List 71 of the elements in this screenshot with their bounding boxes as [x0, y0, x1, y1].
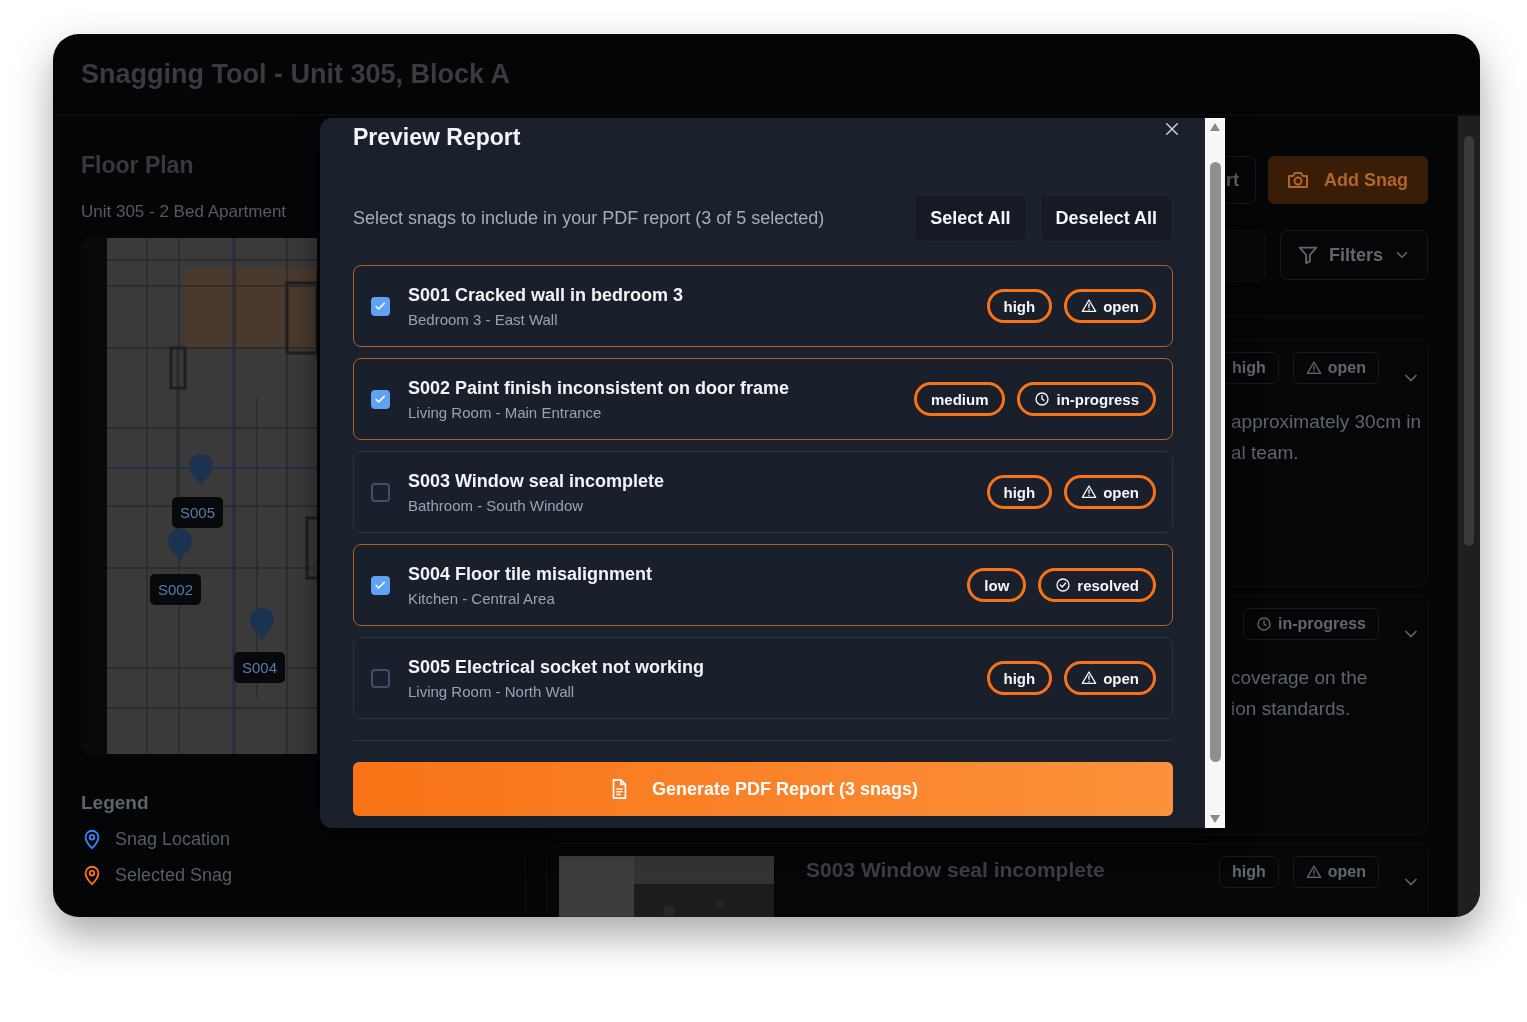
snag-location: Living Room - North Wall: [408, 682, 576, 700]
legend-title: Legend: [81, 792, 149, 814]
status-badge: open: [1064, 289, 1156, 323]
instruction-text: Select snags to include in your PDF report (3 of 5 selected): [353, 208, 826, 229]
snag-location: Kitchen - Central Area: [408, 589, 556, 607]
scrollbar-thumb[interactable]: [1464, 136, 1474, 546]
clock-icon: [1034, 391, 1051, 407]
legend-label: Selected Snag: [115, 864, 233, 886]
priority-badge: low: [967, 568, 1027, 602]
section-subtitle: Unit 305 - 2 Bed Apartment: [81, 202, 287, 222]
section-title: Floor Plan: [81, 152, 194, 179]
status-badge: open: [1064, 661, 1156, 695]
app-title: Snagging Tool - Unit 305, Block A: [81, 58, 511, 90]
snag-location: Bathroom - South Window: [408, 496, 585, 514]
snag-card[interactable]: S003 Window seal incomplete high open: [546, 843, 1428, 917]
add-button[interactable]: Add Snag: [1268, 156, 1428, 204]
badge: open: [1292, 856, 1379, 888]
checkbox[interactable]: [371, 296, 390, 316]
scrollbar[interactable]: [1205, 118, 1225, 828]
filter-button[interactable]: Filters: [1280, 230, 1428, 280]
status-badge: open: [1064, 475, 1156, 509]
check-circle-icon: [1055, 577, 1072, 593]
checkbox[interactable]: [371, 389, 390, 409]
legend-label: Snag Location: [115, 828, 231, 850]
checkbox[interactable]: [371, 482, 390, 502]
snag-row[interactable]: S004 Floor tile misalignment Kitchen - Central Area low resolved: [353, 544, 1173, 626]
warning-icon: [1081, 484, 1098, 500]
snag-row[interactable]: S005 Electrical socket not working Living Room - North Wall high open: [353, 637, 1173, 719]
priority-badge: high: [986, 475, 1053, 509]
action-button[interactable]: Select All: [914, 195, 1027, 242]
description-text: ion standards.: [1231, 697, 1352, 721]
description-text: al team.: [1231, 441, 1300, 465]
description-text: coverage on the: [1231, 666, 1369, 690]
scroll-up-icon[interactable]: [1209, 122, 1221, 132]
snag-row[interactable]: S001 Cracked wall in bedroom 3 Bedroom 3 - East Wall high open: [353, 265, 1173, 347]
status-badge: in-progress: [1017, 382, 1156, 416]
snag-title: S001 Cracked wall in bedroom 3: [408, 284, 685, 306]
warning-icon: [1081, 670, 1098, 686]
marker-label[interactable]: S004: [234, 652, 286, 683]
scrollbar[interactable]: [1458, 116, 1480, 917]
priority-badge: high: [986, 661, 1053, 695]
action-button[interactable]: Deselect All: [1039, 195, 1173, 242]
priority-badge: high: [986, 289, 1053, 323]
priority-badge: medium: [913, 382, 1006, 416]
warning-icon: [1305, 864, 1322, 880]
snag-location: Living Room - Main Entrance: [408, 403, 603, 421]
snag-title: S004 Floor tile misalignment: [408, 563, 654, 585]
snag-title: S003 Window seal incomplete: [408, 470, 665, 492]
dialog-title: Preview Report: [353, 124, 522, 151]
clock-icon: [1256, 616, 1272, 632]
scroll-down-icon[interactable]: [1209, 814, 1221, 824]
close-icon: [1163, 120, 1181, 138]
snag-title: S002 Paint finish inconsistent on door frame: [408, 377, 791, 399]
checkbox[interactable]: [371, 668, 390, 688]
scrollbar-thumb[interactable]: [1209, 162, 1221, 762]
snag-title: S005 Electrical socket not working: [408, 656, 706, 678]
marker-label[interactable]: S005: [172, 497, 224, 528]
snag-row[interactable]: S003 Window seal incomplete Bathroom - South Window high open: [353, 451, 1173, 533]
warning-icon: [1305, 360, 1322, 376]
badge: in-progress: [1243, 608, 1379, 640]
snag-title: S003 Window seal incomplete: [806, 858, 1105, 882]
badge: high: [1219, 856, 1279, 888]
description-text: approximately 30cm in: [1231, 410, 1421, 434]
marker-label[interactable]: S002: [150, 574, 202, 605]
status-badge: resolved: [1038, 568, 1156, 602]
warning-icon: [1081, 298, 1098, 314]
checkbox[interactable]: [371, 575, 390, 595]
snag-row[interactable]: S002 Paint finish inconsistent on door frame Living Room - Main Entrance medium in-progress: [353, 358, 1173, 440]
badge: open: [1292, 352, 1379, 384]
snag-location: Bedroom 3 - East Wall: [408, 310, 559, 328]
filter-icon: [1297, 244, 1319, 266]
